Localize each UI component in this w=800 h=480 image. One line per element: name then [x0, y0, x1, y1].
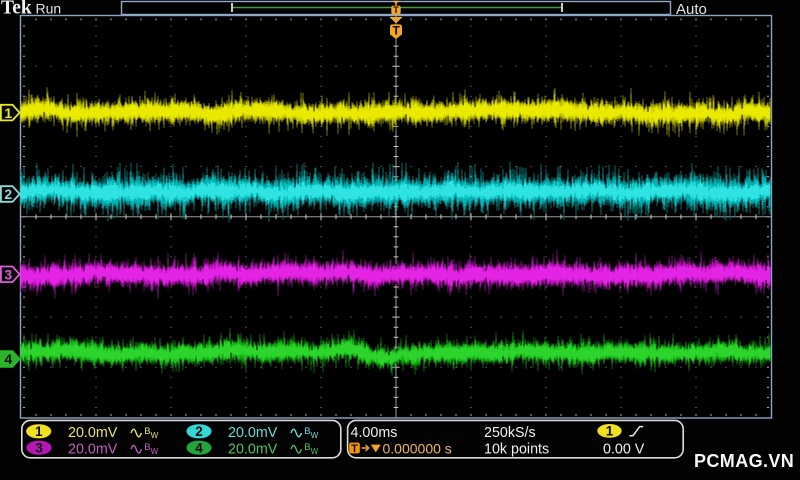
svg-text:20.0mV: 20.0mV [228, 441, 278, 457]
svg-text:T: T [351, 443, 358, 455]
svg-text:B: B [144, 426, 150, 437]
svg-text:20.0mV: 20.0mV [68, 425, 118, 441]
svg-text:Run: Run [36, 1, 62, 17]
svg-text:2: 2 [4, 186, 12, 202]
svg-text:2: 2 [195, 424, 203, 439]
svg-text:20.0mV: 20.0mV [228, 425, 278, 441]
svg-text:B: B [144, 442, 150, 453]
svg-text:0.000000 s: 0.000000 s [383, 440, 452, 456]
svg-text:1: 1 [606, 424, 614, 439]
svg-text:0.00 V: 0.00 V [603, 441, 645, 457]
svg-text:20.0mV: 20.0mV [68, 441, 118, 457]
svg-text:3: 3 [4, 267, 12, 283]
svg-text:B: B [304, 426, 310, 437]
svg-text:W: W [151, 447, 159, 456]
svg-text:3: 3 [35, 441, 43, 456]
svg-text:T: T [393, 24, 401, 38]
svg-text:4: 4 [4, 351, 12, 367]
svg-text:W: W [151, 431, 159, 440]
svg-text:10k points: 10k points [484, 441, 549, 457]
svg-text:PCMAG.VN: PCMAG.VN [694, 451, 794, 471]
svg-text:250kS/s: 250kS/s [484, 425, 536, 441]
svg-text:4: 4 [195, 441, 203, 456]
svg-text:W: W [311, 431, 319, 440]
svg-text:1: 1 [35, 424, 43, 439]
svg-text:4.00ms: 4.00ms [351, 425, 398, 441]
svg-text:1: 1 [4, 105, 12, 121]
svg-text:B: B [304, 442, 310, 453]
svg-text:T: T [393, 5, 399, 15]
svg-text:W: W [311, 447, 319, 456]
